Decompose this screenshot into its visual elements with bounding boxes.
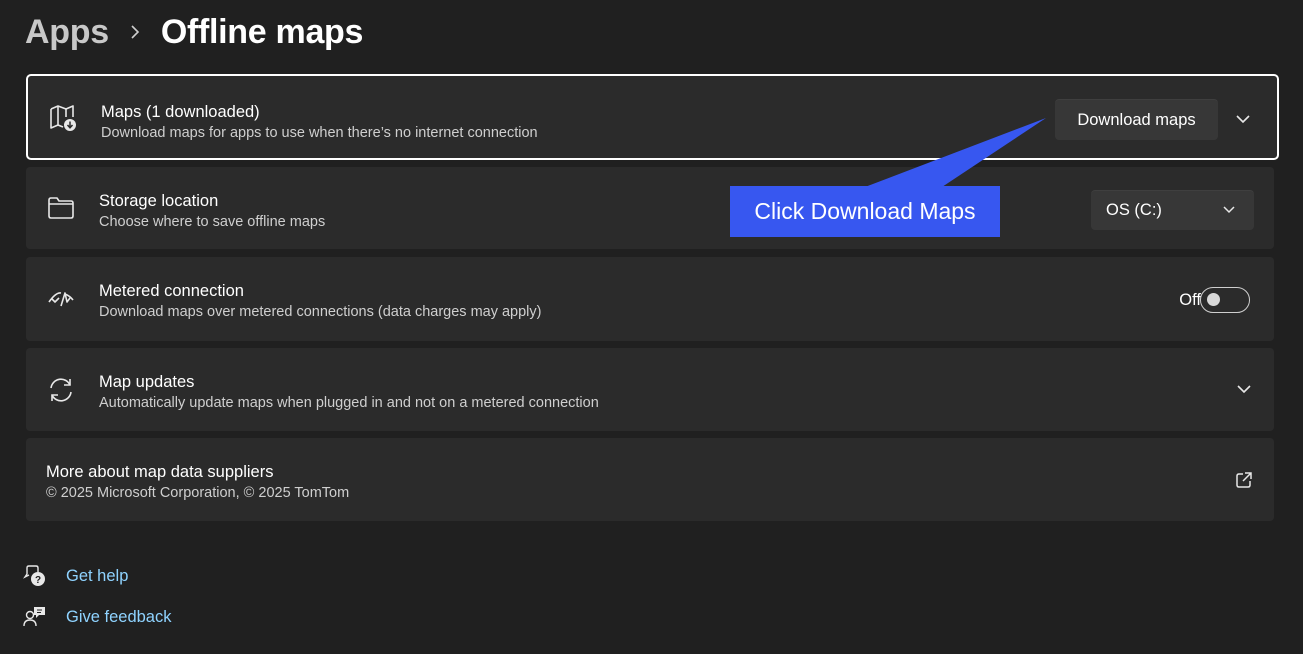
toggle-knob <box>1207 293 1220 306</box>
maps-title: Maps (1 downloaded) <box>101 103 260 121</box>
map-suppliers-title: More about map data suppliers <box>46 463 274 481</box>
get-help-link[interactable]: ? Get help <box>22 563 128 589</box>
storage-card: Storage location Choose where to save of… <box>26 167 1274 249</box>
map-suppliers-text: More about map data suppliers © 2025 Mic… <box>46 462 349 503</box>
chevron-down-icon[interactable] <box>1233 109 1253 129</box>
offline-maps-page: Apps Offline maps Maps (1 downloaded) Do… <box>0 0 1303 654</box>
chevron-down-icon <box>1222 201 1236 224</box>
breadcrumb-apps[interactable]: Apps <box>25 13 109 52</box>
storage-description: Choose where to save offline maps <box>99 214 326 230</box>
metered-description: Download maps over metered connections (… <box>99 304 542 320</box>
chevron-right-icon <box>109 12 161 52</box>
map-suppliers-description: © 2025 Microsoft Corporation, © 2025 Tom… <box>46 485 350 501</box>
give-feedback-link[interactable]: Give feedback <box>22 604 171 630</box>
page-title: Offline maps <box>160 12 364 51</box>
external-link-icon[interactable] <box>1234 470 1254 490</box>
map-updates-text: Map updates Automatically update maps wh… <box>99 372 599 413</box>
svg-text:?: ? <box>35 575 41 586</box>
maps-text: Maps (1 downloaded) Download maps for ap… <box>101 102 538 143</box>
storage-selected-value: OS (C:) <box>1106 201 1162 219</box>
breadcrumb: Apps Offline maps <box>25 8 363 56</box>
callout-label: Click Download Maps <box>730 186 1000 237</box>
map-download-icon <box>48 103 78 133</box>
feedback-icon <box>22 604 48 630</box>
metered-card: Metered connection Download maps over me… <box>26 257 1274 341</box>
metered-toggle-label: Off <box>1179 291 1201 309</box>
storage-text: Storage location Choose where to save of… <box>99 191 325 232</box>
give-feedback-text[interactable]: Give feedback <box>66 608 171 627</box>
metered-text: Metered connection Download maps over me… <box>99 281 541 322</box>
map-updates-title: Map updates <box>99 373 195 391</box>
metered-toggle[interactable] <box>1200 287 1250 313</box>
help-chat-icon: ? <box>22 563 48 589</box>
chevron-down-icon[interactable] <box>1234 379 1254 399</box>
map-updates-description: Automatically update maps when plugged i… <box>99 395 599 411</box>
maps-description: Download maps for apps to use when there… <box>101 125 538 141</box>
sync-icon <box>46 375 76 405</box>
metered-connection-icon <box>46 284 76 314</box>
metered-title: Metered connection <box>99 282 244 300</box>
get-help-text[interactable]: Get help <box>66 567 128 586</box>
map-suppliers-card[interactable]: More about map data suppliers © 2025 Mic… <box>26 438 1274 521</box>
storage-title: Storage location <box>99 192 219 210</box>
map-updates-card[interactable]: Map updates Automatically update maps wh… <box>26 348 1274 431</box>
storage-location-select[interactable]: OS (C:) <box>1091 190 1254 230</box>
download-maps-button[interactable]: Download maps <box>1055 99 1218 140</box>
maps-card[interactable]: Maps (1 downloaded) Download maps for ap… <box>26 74 1279 160</box>
folder-icon <box>46 193 76 223</box>
